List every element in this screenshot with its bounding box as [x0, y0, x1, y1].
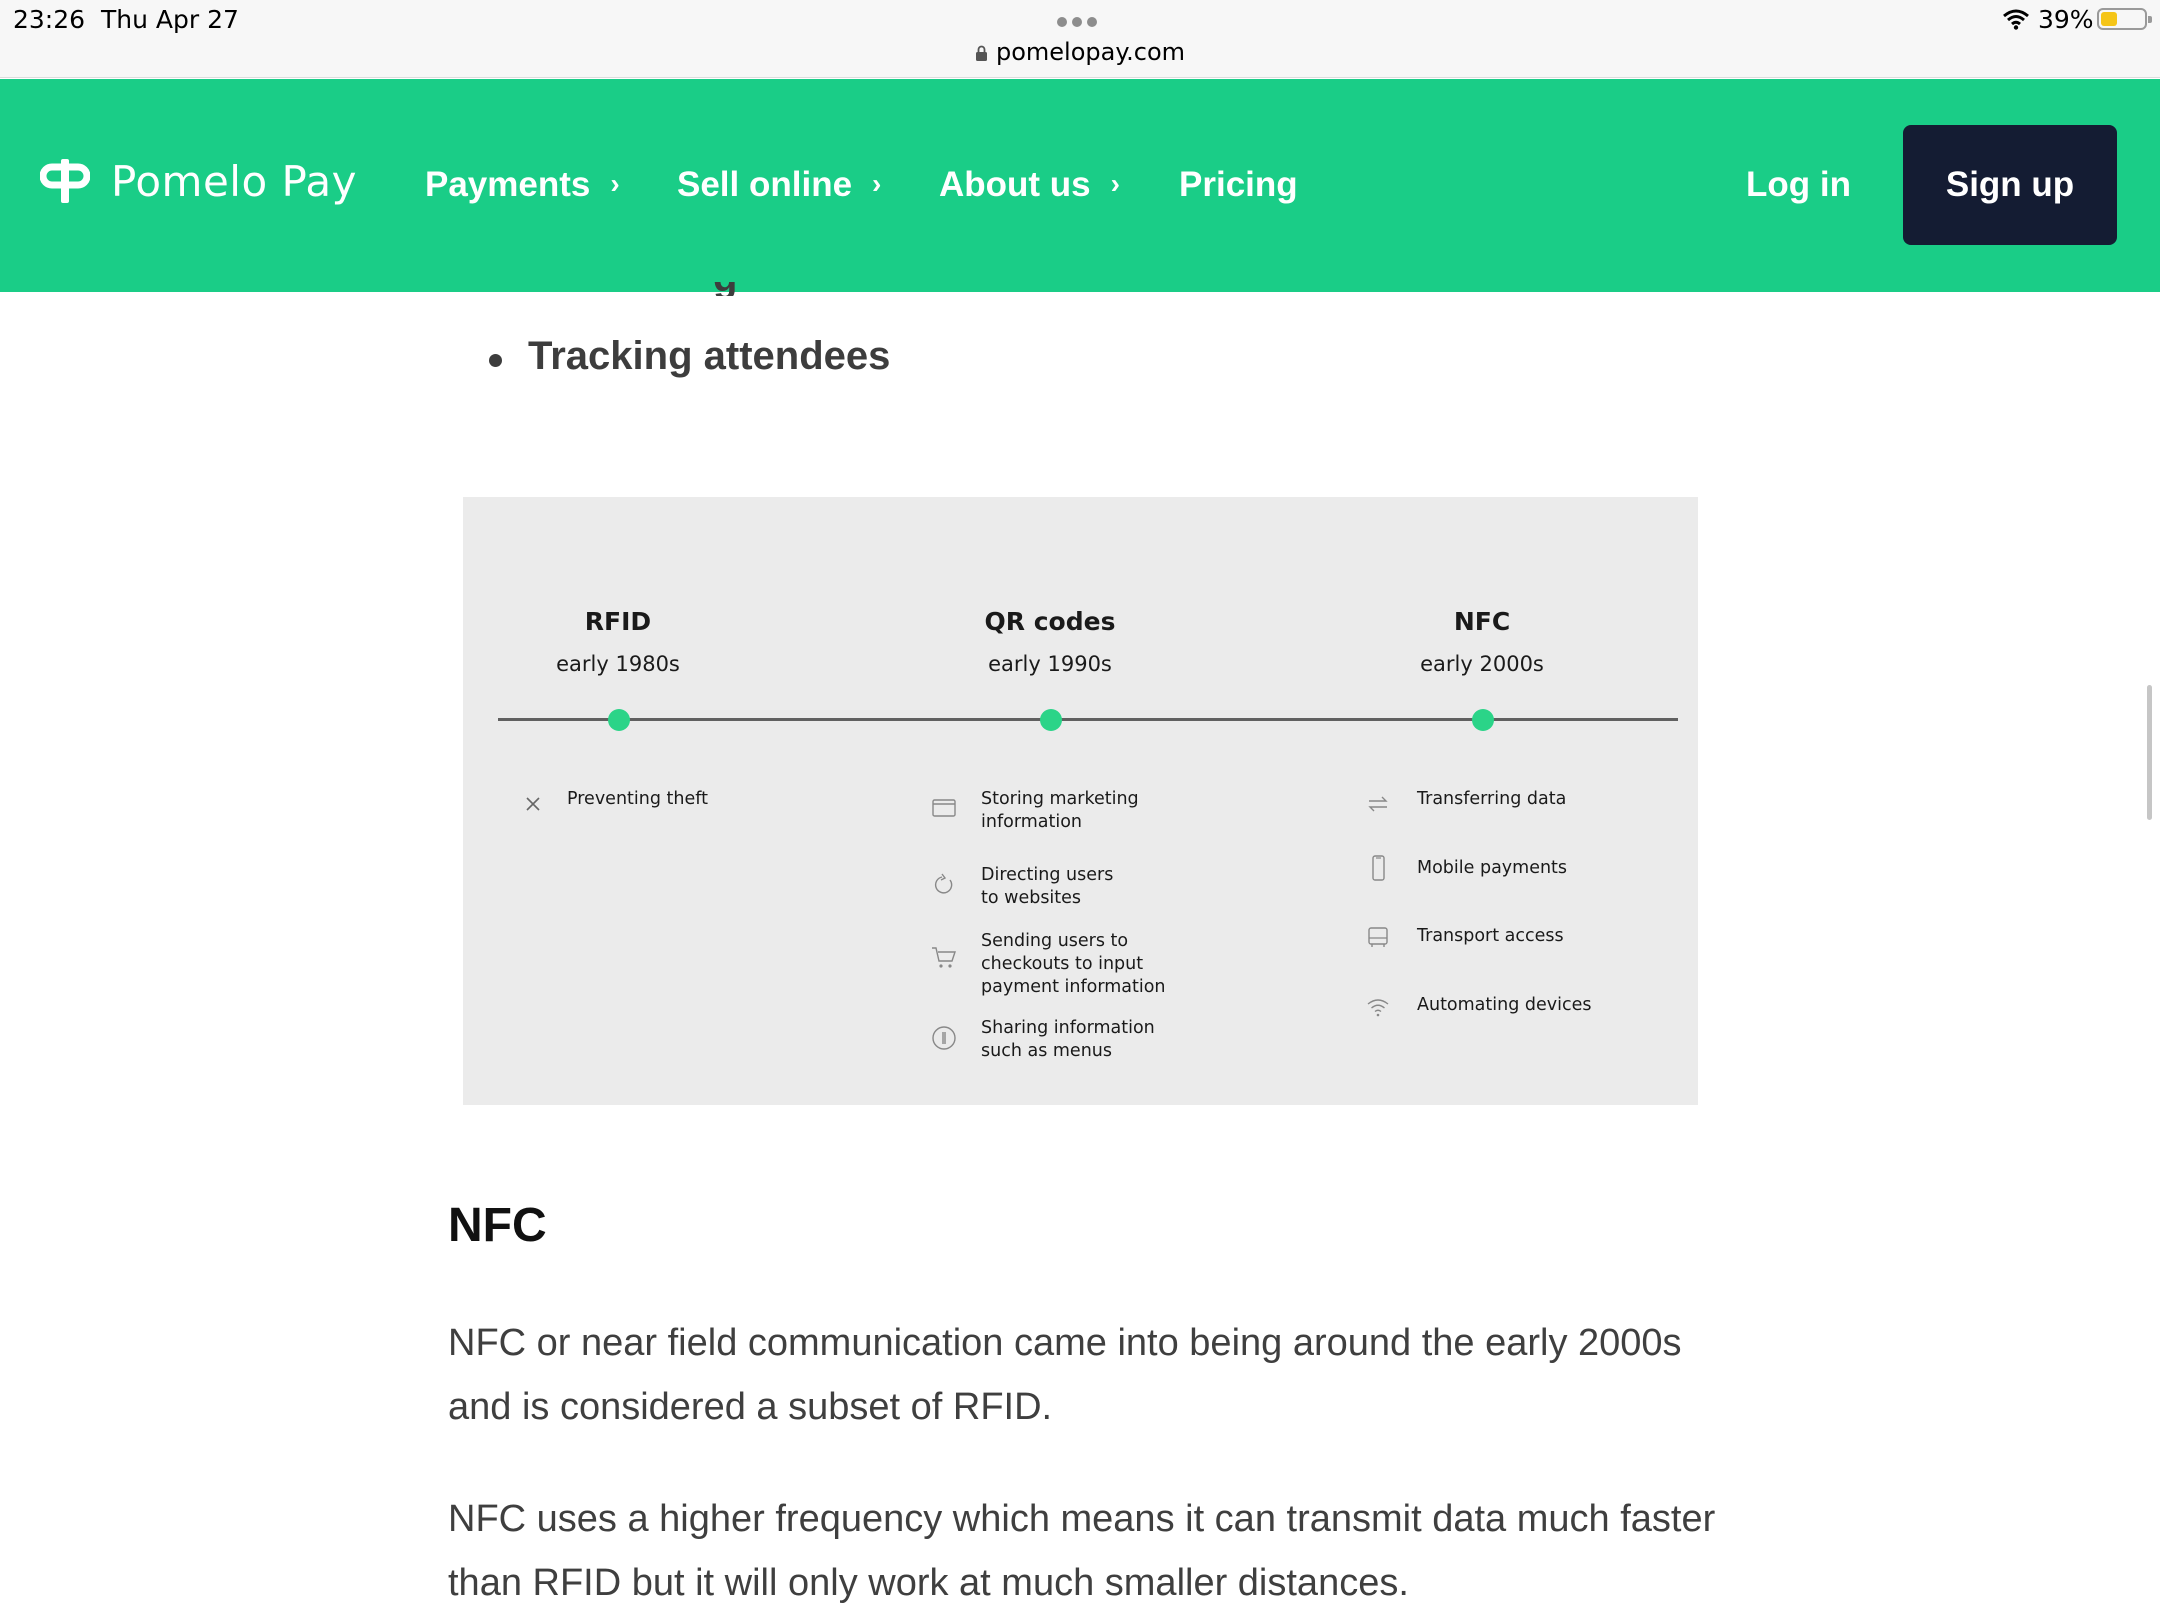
paragraph: NFC or near field communication came int… — [448, 1322, 1682, 1428]
chevron-right-icon: › — [872, 168, 882, 199]
link-icon — [929, 870, 959, 900]
nav-label: Pricing — [1179, 165, 1298, 204]
timeline-title-nfc: NFC — [1453, 607, 1511, 636]
bus-icon — [1363, 922, 1393, 952]
wifi-icon — [1363, 992, 1393, 1022]
nav-label: Payments — [425, 165, 591, 204]
list-item-text: Tracking attendees — [528, 334, 891, 378]
nav-about-us[interactable]: About us › — [939, 165, 1120, 205]
signup-button[interactable]: Sign up — [1903, 125, 2117, 245]
battery-icon — [2097, 8, 2152, 30]
card-icon — [929, 793, 959, 823]
status-bar: 23:26 Thu Apr 27 pomelopay.com 39% — [0, 0, 2160, 78]
timeline-date-qr: early 1990s — [988, 652, 1112, 676]
bullet-dot — [489, 354, 502, 367]
x-icon — [518, 789, 548, 819]
date: Thu Apr 27 — [101, 5, 239, 34]
battery-percent: 39% — [2038, 5, 2094, 34]
timeline-graphic: RFID early 1980s QR codes early 1990s NF… — [463, 497, 1698, 1105]
transfer-icon — [1363, 789, 1393, 819]
timeline-title-rfid: RFID — [584, 607, 652, 636]
timeline-dot-rfid — [608, 709, 630, 731]
section-heading: NFC — [448, 1199, 547, 1252]
timeline-item-label: Mobile payments — [1417, 858, 1568, 878]
cart-icon — [929, 942, 959, 972]
nav-label: About us — [939, 165, 1091, 204]
wifi-icon — [2003, 9, 2029, 30]
login-link[interactable]: Log in — [1746, 165, 1851, 205]
timeline-item-label: Preventing theft — [567, 789, 708, 809]
timeline-item-label: Sharing information such as menus — [981, 1018, 1155, 1061]
nav-sell-online[interactable]: Sell online › — [677, 165, 881, 205]
timeline-axis — [498, 718, 1678, 721]
clock: 23:26 — [13, 5, 86, 34]
timeline-item-label: Transferring data — [1417, 789, 1567, 809]
site-header: Pomelo Pay Payments › Sell online › About … — [0, 79, 2160, 292]
lock-icon — [975, 45, 987, 61]
timeline-dot-nfc — [1472, 709, 1494, 731]
phone-icon — [1363, 853, 1393, 883]
timeline-item-label: Automating devices — [1417, 995, 1592, 1015]
timeline-date-rfid: early 1980s — [556, 652, 680, 676]
timeline-title-qr: QR codes — [984, 607, 1116, 636]
timeline-dot-qr — [1040, 709, 1062, 731]
url-text: pomelopay.com — [995, 38, 1186, 66]
nav-payments[interactable]: Payments › — [425, 165, 620, 205]
chevron-right-icon: › — [610, 168, 620, 199]
chevron-right-icon: › — [1110, 168, 1120, 199]
multitasking-dots-icon[interactable] — [1057, 14, 1105, 27]
info-icon — [929, 1023, 959, 1053]
timeline-item-label: Sending users to checkouts to input paym… — [981, 931, 1166, 997]
brand-name[interactable]: Pomelo Pay — [111, 157, 357, 206]
timeline-item-label: Transport access — [1417, 926, 1564, 946]
nav-pricing[interactable]: Pricing — [1179, 165, 1298, 205]
clipped-text-fragment: g — [713, 282, 741, 296]
timeline-item-label: Directing users to websites — [981, 865, 1114, 908]
pomelo-logo-icon[interactable] — [40, 157, 90, 207]
paragraph: NFC uses a higher frequency which means … — [448, 1498, 1716, 1604]
timeline-item-label: Storing marketing information — [981, 789, 1139, 832]
address-bar[interactable]: pomelopay.com — [0, 38, 2160, 66]
nav-label: Sell online — [677, 165, 853, 204]
scrollbar[interactable] — [2147, 685, 2152, 820]
timeline-date-nfc: early 2000s — [1420, 652, 1544, 676]
